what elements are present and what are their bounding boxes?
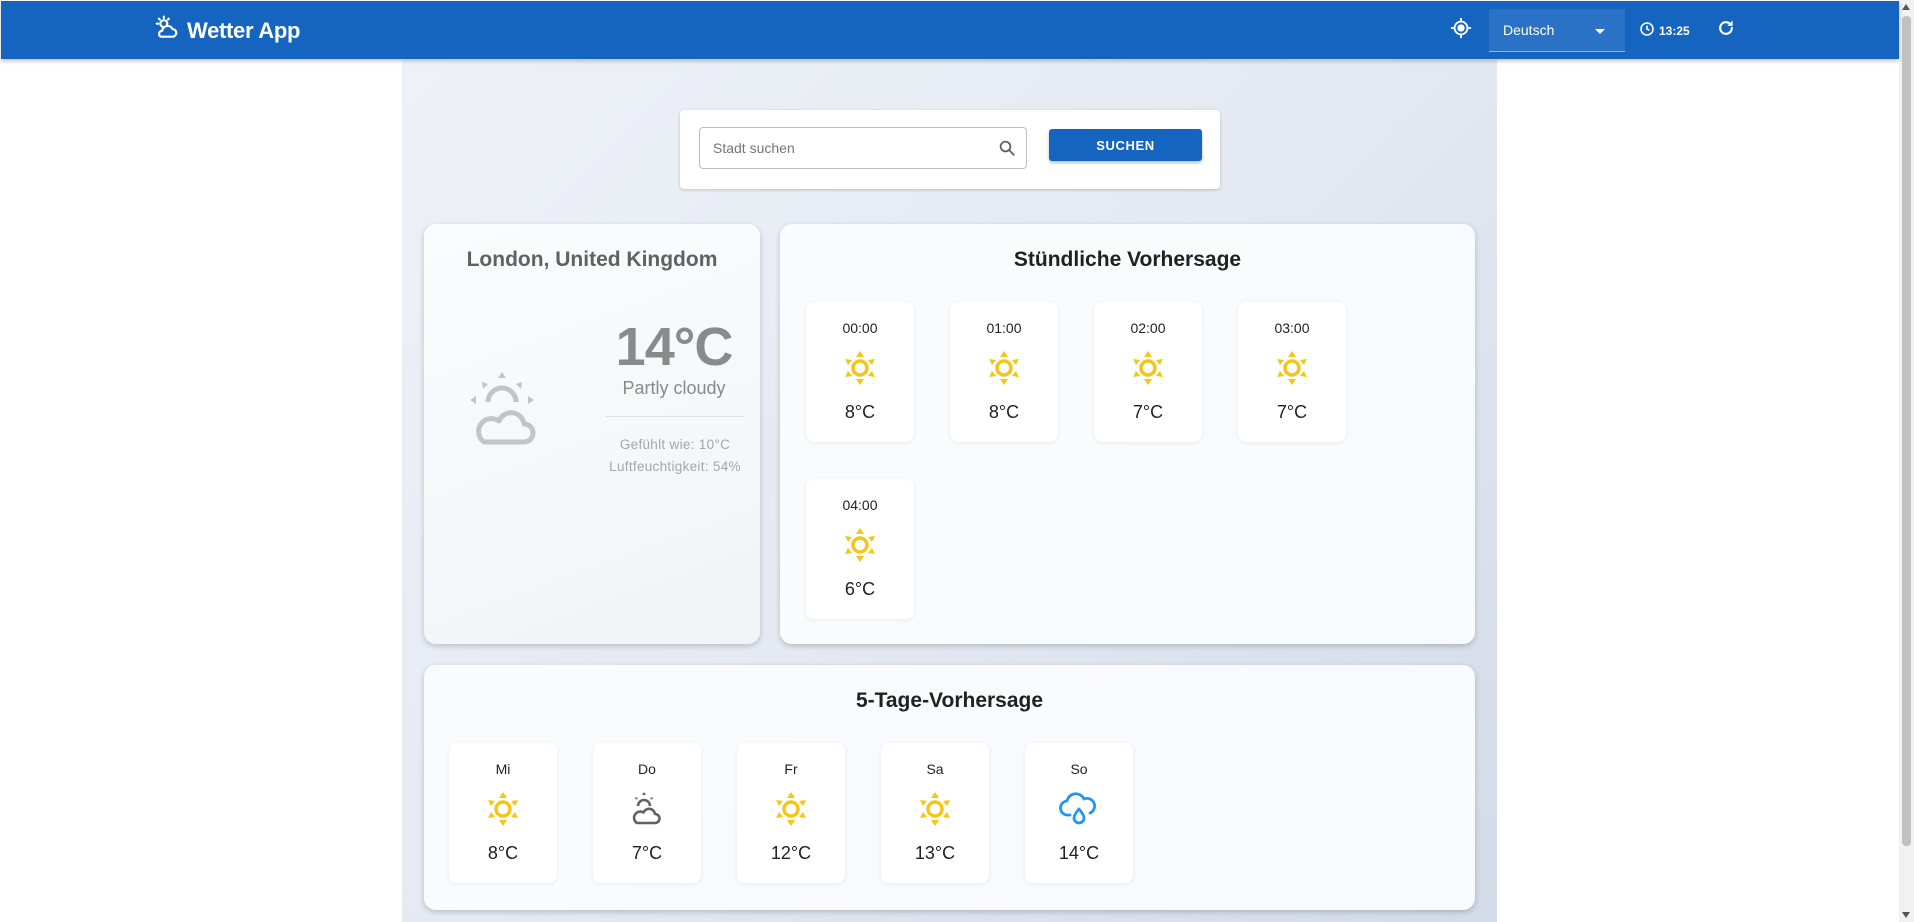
humidity: Luftfeuchtigkeit: 54% [609, 459, 741, 474]
sun-icon [917, 791, 953, 827]
daily-forecast-card: 5-Tage-Vorhersage Mi 8°C Do 7°C Fr 12°C Sa 13°C… [424, 665, 1475, 910]
app-title: Wetter App [187, 17, 301, 43]
hourly-forecast-item-temperature: 8°C [844, 402, 876, 422]
chevron-down-icon [1595, 29, 1605, 34]
feels-like: Gefühlt wie: 10°C [619, 437, 731, 452]
daily-forecast-item-label: Mi [495, 761, 511, 777]
daily-forecast-item-label: Fr [784, 761, 798, 777]
hourly-forecast-item-label: 04:00 [842, 497, 878, 513]
hourly-forecast-item-temperature: 8°C [988, 402, 1020, 422]
my-location-button[interactable] [1448, 17, 1474, 43]
daily-forecast-item-temperature: 13°C [914, 843, 956, 863]
clock-time: 13:25 [1659, 23, 1690, 38]
hourly-forecast-card: Stündliche Vorhersage 00:00 8°C 01:00 8°C 02… [780, 224, 1475, 644]
divider [606, 416, 744, 417]
current-weather-card: London, United Kingdom 14°C Partly cloud… [424, 224, 760, 644]
daily-forecast-item-card: Fr 12°C [737, 743, 845, 883]
hourly-forecast-item-card: 04:00 6°C [806, 479, 914, 619]
weather-details: Gefühlt wie: 10°C Luftfeuchtigkeit: 54% [606, 434, 744, 478]
daily-forecast-item-card: Mi 8°C [449, 743, 557, 883]
sun-icon [986, 350, 1022, 386]
hourly-forecast-item-card: 01:00 8°C [950, 302, 1058, 442]
language-select[interactable]: Deutsch [1489, 9, 1625, 52]
city-search-field[interactable] [699, 127, 1027, 169]
daily-forecast-item-temperature: 8°C [487, 843, 519, 863]
daily-forecast-item-label: Sa [926, 761, 944, 777]
scroll-down-arrow-icon[interactable] [1902, 912, 1910, 918]
hourly-forecast-item-card: 02:00 7°C [1094, 302, 1202, 442]
partly-cloudy-icon [468, 370, 548, 455]
scrollbar-thumb[interactable] [1902, 16, 1911, 846]
sun-icon [1274, 350, 1310, 386]
app-brand[interactable]: Wetter App [153, 15, 300, 46]
search-icon[interactable] [998, 139, 1016, 162]
partly-cloudy-icon [629, 791, 665, 827]
daily-forecast-item-card: So 14°C [1025, 743, 1133, 883]
hourly-forecast-item-label: 01:00 [986, 320, 1022, 336]
hourly-forecast-item-label: 00:00 [842, 320, 878, 336]
refresh-icon [1716, 18, 1736, 43]
refresh-button[interactable] [1714, 18, 1738, 42]
current-temperature: 14°C [615, 317, 734, 377]
hourly-forecast-item-label: 03:00 [1274, 320, 1310, 336]
weather-logo-icon [153, 15, 179, 46]
sun-icon [1130, 350, 1166, 386]
hourly-forecast-item-card: 00:00 8°C [806, 302, 914, 442]
daily-forecast-item-card: Do 7°C [593, 743, 701, 883]
daily-forecast-item-label: Do [638, 761, 656, 777]
rain-cloud-icon [1059, 791, 1097, 827]
daily-forecast-item-temperature: 7°C [631, 843, 663, 863]
clock-icon [1639, 21, 1655, 40]
weather-description: Partly cloudy [622, 378, 726, 398]
crosshair-icon [1450, 17, 1472, 44]
location-title: London, United Kingdom [466, 248, 718, 271]
search-button[interactable]: SUCHEN [1049, 129, 1202, 161]
daily-forecast-title: 5-Tage-Vorhersage [855, 689, 1044, 712]
hourly-forecast-item-temperature: 7°C [1276, 402, 1308, 422]
hourly-forecast-item-temperature: 7°C [1132, 402, 1164, 422]
clock: 13:25 [1639, 21, 1690, 40]
hourly-forecast-item-temperature: 6°C [844, 579, 876, 599]
app-bar: Wetter App Deutsch 13:25 [1, 1, 1899, 59]
daily-forecast-item-temperature: 14°C [1058, 843, 1100, 863]
daily-forecast-item-card: Sa 13°C [881, 743, 989, 883]
hourly-forecast-title: Stündliche Vorhersage [1013, 248, 1242, 271]
main-content: SUCHEN London, United Kingdom 14°C Partl… [402, 60, 1497, 922]
sun-icon [485, 791, 521, 827]
sun-icon [773, 791, 809, 827]
language-select-value: Deutsch [1503, 22, 1555, 38]
daily-forecast-item-temperature: 12°C [770, 843, 812, 863]
sun-icon [842, 527, 878, 563]
search-card: SUCHEN [680, 110, 1220, 189]
city-search-input[interactable] [700, 128, 980, 168]
page-scrollbar[interactable] [1899, 0, 1914, 922]
hourly-forecast-item-label: 02:00 [1130, 320, 1166, 336]
daily-forecast-item-label: So [1070, 761, 1088, 777]
sun-icon [842, 350, 878, 386]
hourly-forecast-item-card: 03:00 7°C [1238, 302, 1346, 442]
scroll-up-arrow-icon[interactable] [1902, 4, 1910, 10]
